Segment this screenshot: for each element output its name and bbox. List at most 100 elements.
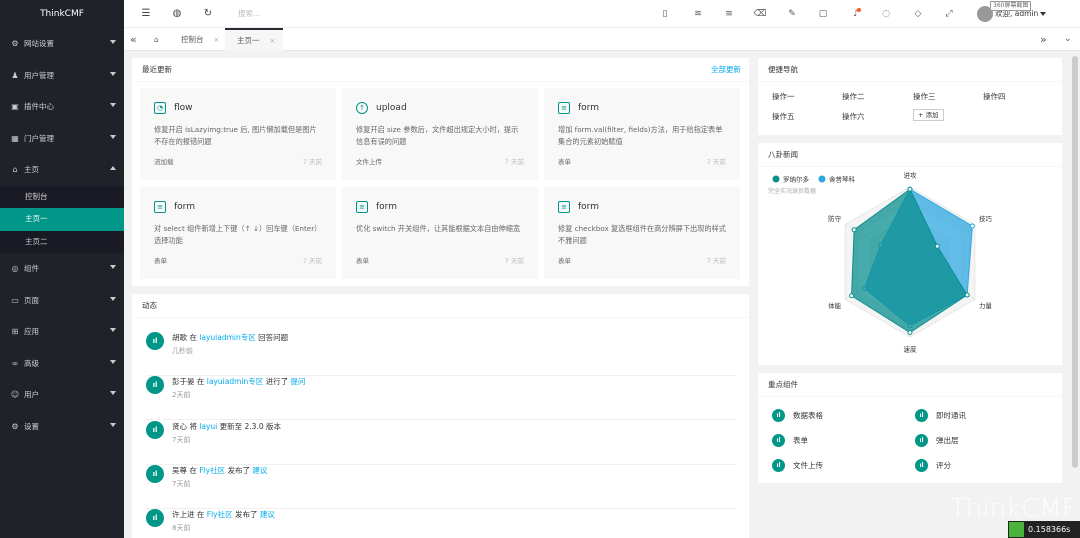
activity-link[interactable]: layuiadmin专区 — [199, 333, 255, 342]
sidebar-item-label: 网站设置 — [24, 39, 54, 49]
update-title: upload — [376, 103, 407, 113]
sidebar-item-user-management[interactable]: ♟ 用户管理 — [0, 60, 124, 92]
chevron-down-icon — [110, 391, 116, 395]
card-title: 重点组件 — [768, 380, 798, 389]
sidebar-item-label: 高级 — [24, 358, 39, 368]
quick-nav-item[interactable]: 操作三 — [913, 91, 936, 102]
file-icon[interactable]: ▢ — [815, 0, 831, 28]
form-icon: ≡ — [558, 201, 570, 213]
tab-console[interactable]: 控制台 × — [181, 28, 219, 51]
update-item[interactable]: ◔ flow 修复开启 isLazyimg:true 后, 图片懒加载但是图片不存… — [140, 88, 336, 180]
chevron-down-icon — [110, 71, 116, 76]
chevron-down-icon — [110, 265, 116, 269]
activity-link[interactable]: Fly社区 — [199, 466, 225, 475]
form-icon: ≡ — [558, 102, 570, 114]
fullscreen-icon[interactable]: ⤢ — [941, 0, 957, 28]
activity-link[interactable]: layuiadmin专区 — [207, 377, 263, 386]
scrollbar[interactable] — [1072, 56, 1078, 468]
card-header: 八卦新闻 — [758, 143, 1062, 167]
component-link-form[interactable]: ıl 表单 — [772, 434, 808, 447]
update-item[interactable]: ≡ form 增加 form.val(filter, fields)方法，用于给指… — [544, 88, 740, 180]
close-icon[interactable]: × — [214, 36, 220, 44]
globe-icon[interactable]: ◍ — [167, 0, 187, 28]
update-title: form — [174, 202, 195, 212]
sidebar-item-portal[interactable]: ▦ 门户管理 — [0, 123, 124, 155]
sidebar-item-apps[interactable]: ⊞ 应用 — [0, 316, 124, 348]
menu-toggle-icon[interactable]: ☰ — [136, 0, 156, 28]
chevron-down-icon[interactable] — [1040, 12, 1046, 16]
debug-logo-icon — [1009, 522, 1024, 537]
update-item[interactable]: ≡ form 优化 switch 开关组件，让其能根据文本自由伸缩宽 表单 7 天前 — [342, 187, 538, 279]
sidebar-item-senior[interactable]: ∞ 高级 — [0, 348, 124, 380]
update-title: flow — [174, 103, 193, 113]
sidebar-item-label: 应用 — [24, 327, 39, 337]
sidebar-subitem-console[interactable]: 控制台 — [0, 186, 124, 209]
list-icon[interactable]: ≡ — [721, 0, 737, 28]
activity-avatar: ıl — [146, 509, 164, 527]
home-tab-icon[interactable]: ⌂ — [154, 28, 159, 51]
component-label: 表单 — [793, 436, 808, 445]
component-icon: ◎ — [11, 264, 19, 274]
sidebar-item-plugins[interactable]: ▣ 插件中心 — [0, 91, 124, 123]
component-link-table[interactable]: ıl 数据表格 — [772, 409, 823, 422]
activity-link[interactable]: 建议 — [260, 510, 275, 519]
tab-home1[interactable]: 主页一 × — [225, 28, 284, 51]
plugin-icon: ▣ — [11, 102, 19, 112]
bell-icon[interactable]: ♪ — [848, 0, 864, 28]
quick-nav-item[interactable]: 操作六 — [842, 111, 865, 122]
sidebar-item-user[interactable]: ☺ 用户 — [0, 379, 124, 411]
sidebar-item-settings[interactable]: ⚙ 设置 — [0, 411, 124, 443]
activity-link[interactable]: 提问 — [291, 377, 306, 386]
quick-nav-item[interactable]: 操作二 — [842, 91, 865, 102]
close-icon[interactable]: × — [270, 37, 276, 45]
component-label: 即时通讯 — [936, 411, 966, 420]
add-nav-button[interactable]: + 添加 — [913, 109, 944, 121]
update-time: 7 天前 — [504, 257, 524, 265]
sidebar-item-site-settings[interactable]: ⚙ 网站设置 — [0, 28, 124, 60]
note-icon[interactable]: ▯ — [657, 0, 673, 28]
component-link-im[interactable]: ıl 即时通讯 — [915, 409, 966, 422]
sidebar-item-label: 组件 — [24, 264, 39, 274]
tag-icon[interactable]: ◇ — [910, 0, 926, 28]
tabs-menu-icon[interactable]: ⌄ — [1064, 28, 1072, 51]
edit-icon[interactable]: ✎ — [784, 0, 800, 28]
component-link-rate[interactable]: ıl 评分 — [915, 459, 951, 472]
update-tag: 流加载 — [154, 158, 174, 166]
chevron-up-icon — [110, 166, 116, 170]
refresh-icon[interactable]: ↻ — [198, 0, 218, 28]
search-input[interactable]: 搜索... — [238, 6, 368, 22]
activity-link[interactable]: 建议 — [252, 466, 267, 475]
activity-link[interactable]: Fly社区 — [207, 510, 233, 519]
activity-avatar: ıl — [146, 421, 164, 439]
sidebar-subitem-home2[interactable]: 主页二 — [0, 231, 124, 254]
activity-link[interactable]: layui — [199, 422, 217, 431]
sidebar-item-pages[interactable]: ▭ 页面 — [0, 285, 124, 317]
component-link-upload[interactable]: ıl 文件上传 — [772, 459, 823, 472]
card-title: 动态 — [142, 301, 157, 310]
tabs-next-icon[interactable]: » — [1040, 28, 1047, 51]
sidebar-subitem-home1[interactable]: 主页一 — [0, 208, 124, 231]
radar-point — [934, 243, 940, 249]
logo[interactable]: ThinkCMF — [0, 0, 124, 28]
trash-icon[interactable]: ⌫ — [752, 0, 768, 28]
component-link-layer[interactable]: ıl 弹出层 — [915, 434, 959, 447]
quick-nav-item[interactable]: 操作五 — [772, 111, 795, 122]
layers-icon[interactable]: ≋ — [690, 0, 706, 28]
all-updates-link[interactable]: 全部更新 — [711, 58, 741, 82]
component-icon: ıl — [772, 434, 785, 447]
home-icon: ⌂ — [12, 165, 18, 175]
tab-label: 控制台 — [181, 35, 204, 44]
page-tabs: « ⌂ 控制台 × 主页一 × » ⌄ — [124, 28, 1080, 51]
quick-nav-item[interactable]: 操作一 — [772, 91, 795, 102]
update-item[interactable]: ≡ form 对 select 组件新增上下键（↑ ↓）回车键（Enter）选择功… — [140, 187, 336, 279]
update-item[interactable]: ≡ form 修复 checkbox 复选框组件在高分辨屏下出现的样式不雅问题 表… — [544, 187, 740, 279]
quick-nav-item[interactable]: 操作四 — [983, 91, 1006, 102]
tabs-prev-icon[interactable]: « — [130, 28, 137, 51]
update-item[interactable]: ↑ upload 修复开启 size 参数后，文件超出规定大小时，提示信息有误的问… — [342, 88, 538, 180]
sidebar-item-components[interactable]: ◎ 组件 — [0, 253, 124, 285]
notification-dot — [857, 8, 861, 12]
activity-time: 7天前 — [172, 480, 191, 488]
chat-icon[interactable]: ◌ — [878, 0, 894, 28]
sidebar-item-label: 用户 — [24, 390, 39, 400]
sidebar-item-home[interactable]: ⌂ 主页 — [0, 154, 124, 186]
